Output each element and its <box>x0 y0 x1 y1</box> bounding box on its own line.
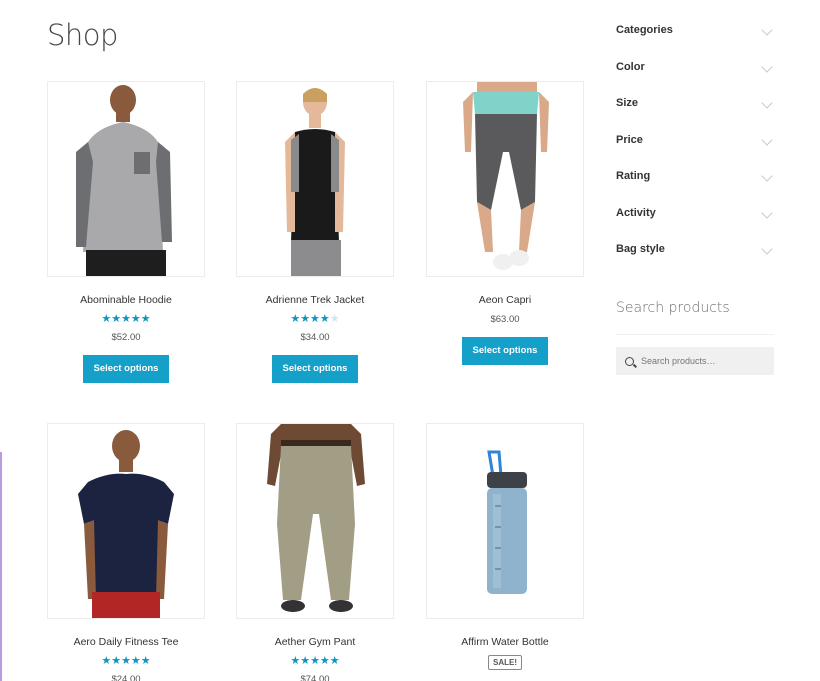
star-rating: ★★★★★ <box>290 655 340 667</box>
product-image[interactable] <box>426 81 584 277</box>
filter-categories[interactable]: Categories <box>616 24 774 61</box>
filter-rating[interactable]: Rating <box>616 170 774 207</box>
search-field[interactable] <box>616 347 774 375</box>
chevron-down-icon <box>761 243 773 255</box>
search-icon <box>625 356 634 366</box>
filter-size[interactable]: Size <box>616 97 774 134</box>
filter-label: Color <box>616 60 645 73</box>
select-options-button[interactable]: Select options <box>462 337 548 365</box>
select-options-button[interactable]: Select options <box>83 355 169 383</box>
product-title[interactable]: Abominable Hoodie <box>47 293 205 307</box>
filter-label: Rating <box>616 170 651 182</box>
search-input[interactable] <box>641 356 761 366</box>
product-title[interactable]: Affirm Water Bottle <box>426 635 584 649</box>
product-image[interactable] <box>236 423 394 619</box>
page-title: Shop <box>47 18 118 52</box>
product-price: $24.00 <box>111 674 141 681</box>
filter-label: Categories <box>616 24 673 36</box>
divider <box>616 334 774 335</box>
product-price: $74.00 <box>300 674 330 681</box>
select-options-button[interactable]: Select options <box>272 355 358 383</box>
filter-activity[interactable]: Activity <box>616 207 774 244</box>
product-title[interactable]: Adrienne Trek Jacket <box>236 293 394 307</box>
filter-color[interactable]: Color <box>616 61 774 98</box>
filter-label: Price <box>616 133 643 146</box>
product-image[interactable] <box>47 81 205 277</box>
product-image[interactable] <box>426 423 584 619</box>
filter-label: Bag style <box>616 243 665 255</box>
product-image[interactable] <box>236 81 394 277</box>
chevron-down-icon <box>761 170 773 182</box>
product-price: $52.00 <box>111 332 141 343</box>
chevron-down-icon <box>761 133 773 146</box>
product-card: Adrienne Trek Jacket ★★★★★ $34.00 Select… <box>236 81 394 383</box>
chevron-down-icon <box>761 24 773 36</box>
product-card: Abominable Hoodie ★★★★★ $52.00 Select op… <box>47 81 205 383</box>
chevron-down-icon <box>761 60 773 73</box>
product-title[interactable]: Aero Daily Fitness Tee <box>47 635 205 649</box>
filter-label: Size <box>616 97 639 109</box>
star-rating: ★★★★★ <box>290 313 340 325</box>
product-card: Aeon Capri $63.00 Select options <box>426 81 584 365</box>
star-rating: ★★★★★ <box>101 655 151 667</box>
chevron-down-icon <box>761 206 773 219</box>
product-card: Aero Daily Fitness Tee ★★★★★ $24.00 <box>47 423 205 681</box>
product-card: Affirm Water Bottle SALE! <box>426 423 584 670</box>
chevron-down-icon <box>761 97 773 109</box>
filter-bag-style[interactable]: Bag style <box>616 243 774 280</box>
product-title[interactable]: Aether Gym Pant <box>236 635 394 649</box>
filter-label: Activity <box>616 206 656 219</box>
product-card: Aether Gym Pant ★★★★★ $74.00 <box>236 423 394 681</box>
product-title[interactable]: Aeon Capri <box>426 293 584 307</box>
star-rating: ★★★★★ <box>101 313 151 325</box>
window-edge <box>0 452 2 681</box>
sale-badge: SALE! <box>488 655 522 670</box>
search-widget-title: Search products <box>616 300 730 316</box>
product-price: $63.00 <box>490 314 520 325</box>
filter-sidebar: Categories Color Size Price Rating Activ… <box>616 24 774 280</box>
product-price: $34.00 <box>300 332 330 343</box>
product-image[interactable] <box>47 423 205 619</box>
filter-price[interactable]: Price <box>616 134 774 171</box>
